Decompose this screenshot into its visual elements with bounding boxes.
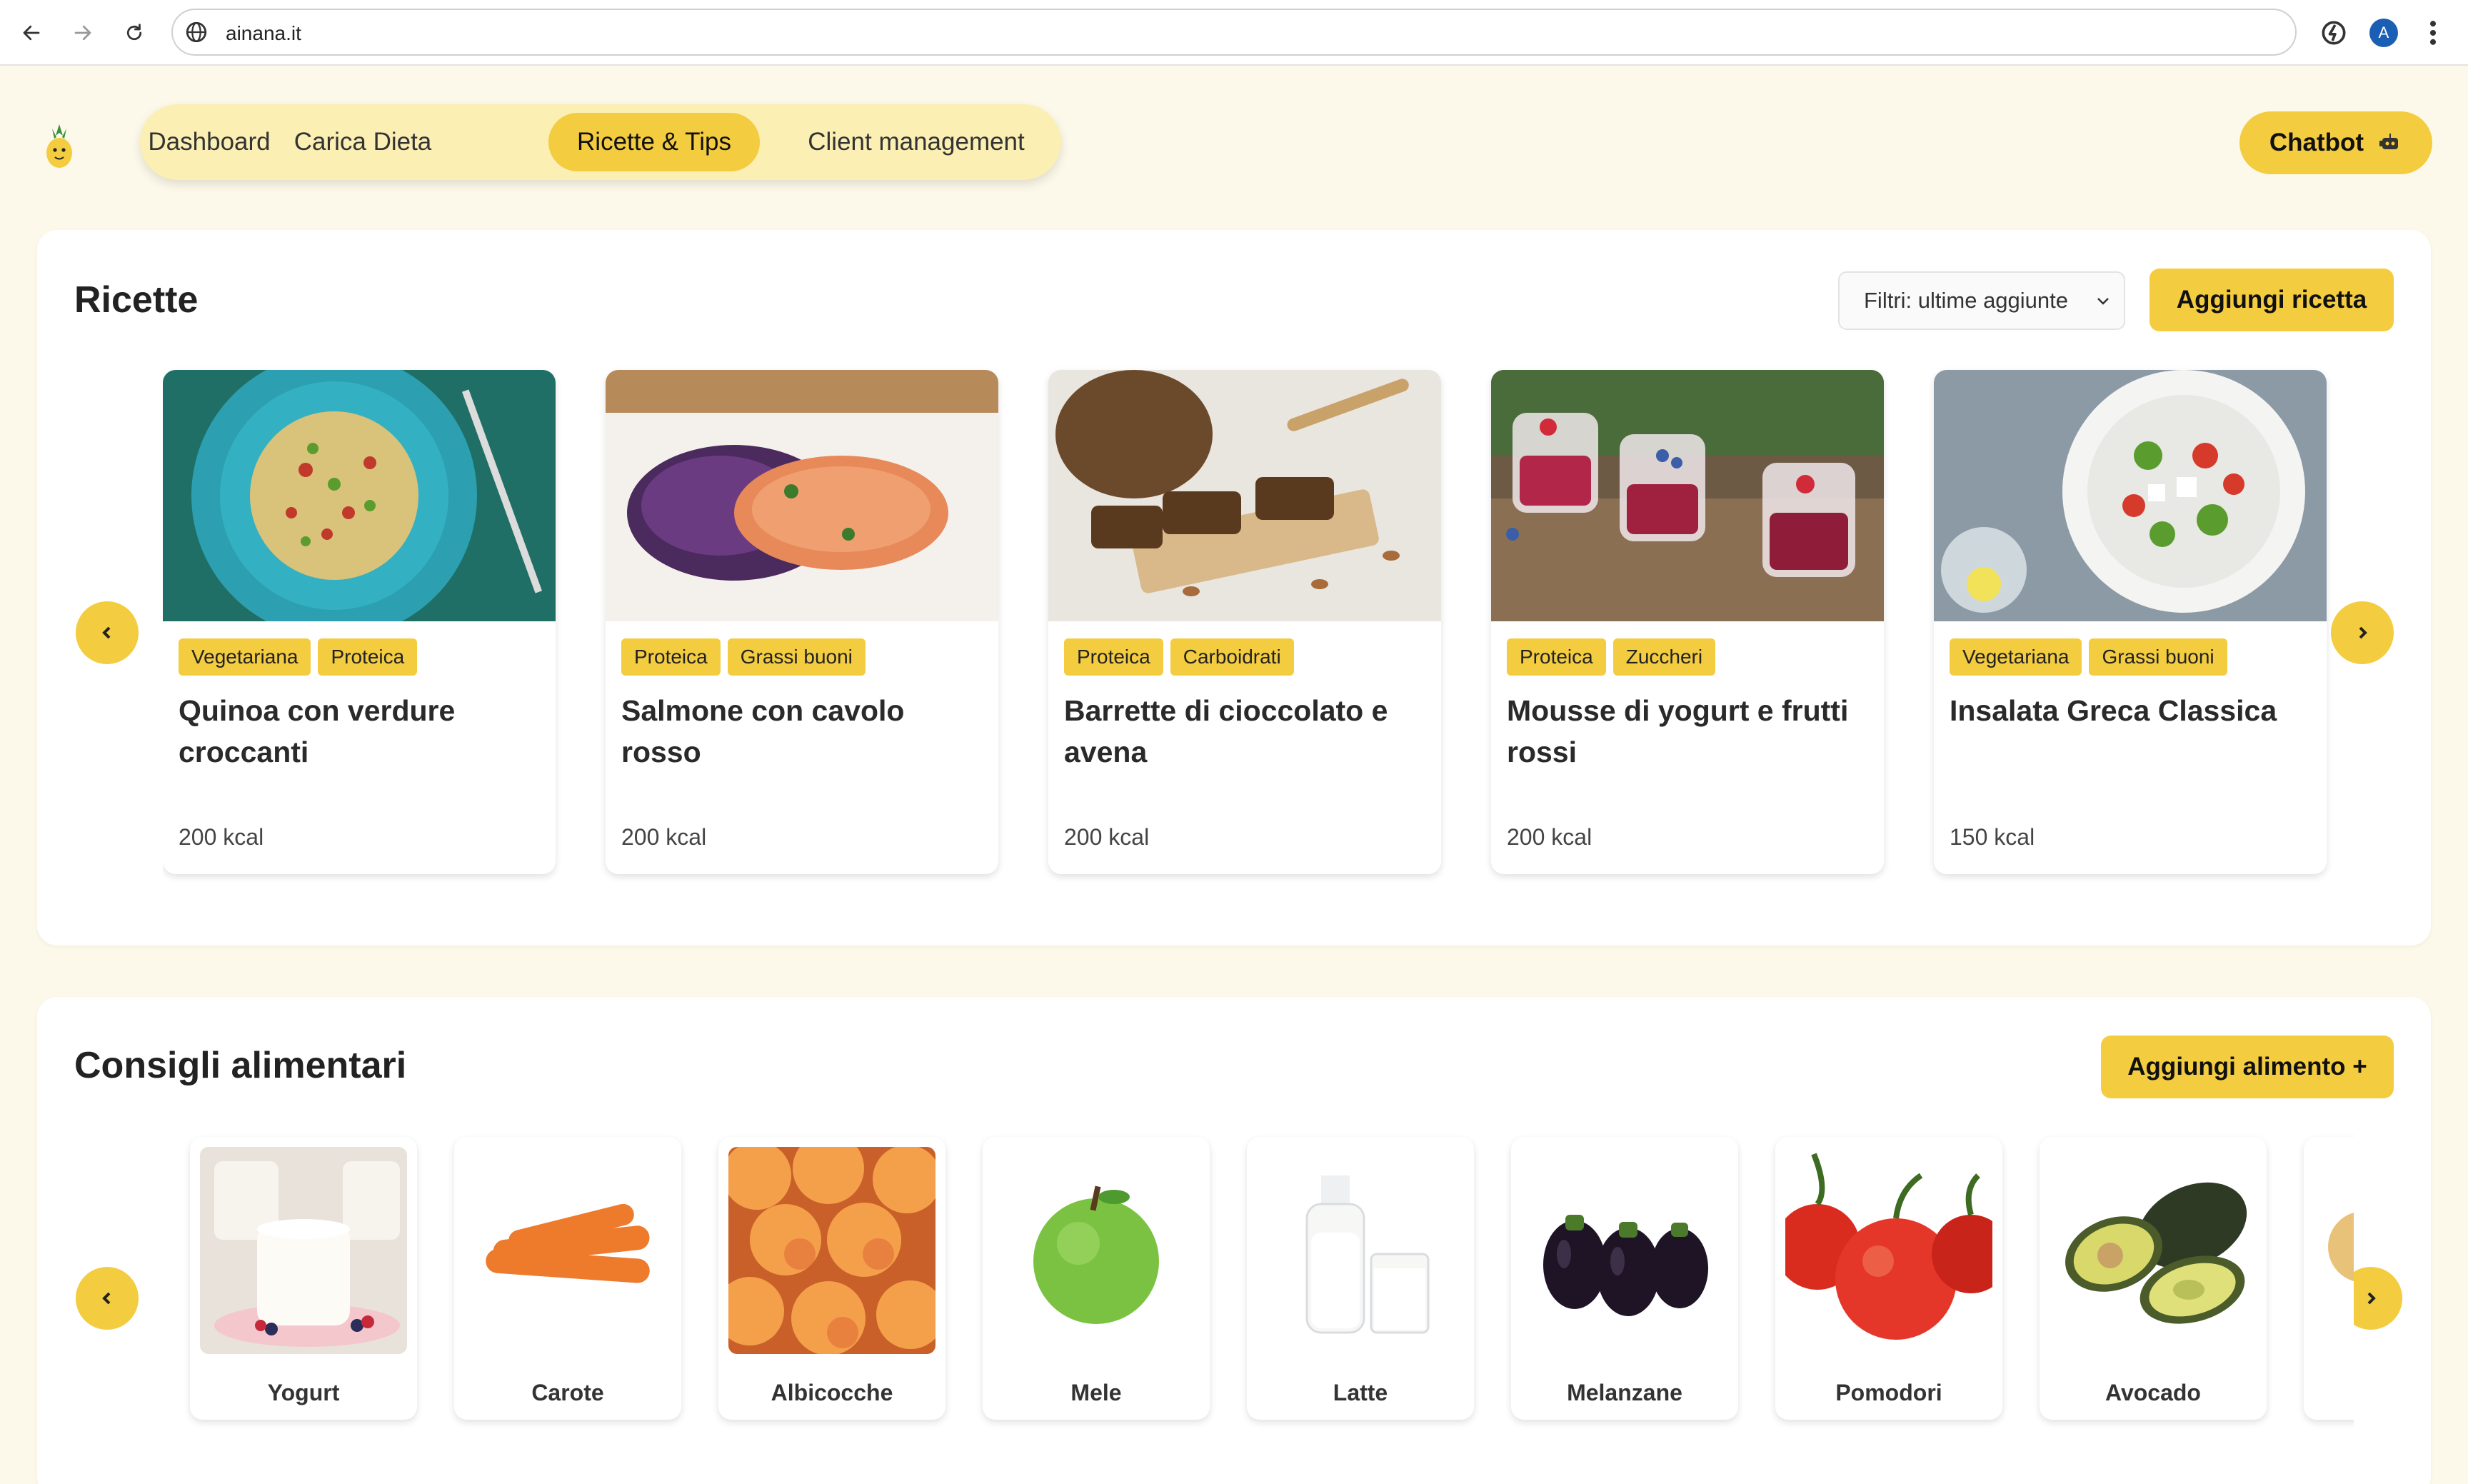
recipe-tags: Vegetariana Proteica bbox=[179, 638, 418, 676]
recipe-tag: Vegetariana bbox=[1950, 638, 2082, 676]
recipe-image-salmon bbox=[606, 370, 998, 621]
recipe-title: Barrette di cioccolato e avena bbox=[1064, 694, 1388, 768]
recipe-kcal: 200 kcal bbox=[179, 824, 264, 850]
filter-value: Filtri: ultime aggiunte bbox=[1864, 288, 2069, 313]
forward-icon[interactable] bbox=[66, 16, 100, 50]
recipe-title: Mousse di yogurt e frutti rossi bbox=[1507, 694, 1849, 768]
food-image-tomatoes bbox=[1785, 1147, 1992, 1354]
recipe-tag: Vegetariana bbox=[179, 638, 311, 676]
food-card[interactable]: Melanzane bbox=[1511, 1137, 1738, 1420]
food-image-partial bbox=[2314, 1147, 2354, 1354]
chatbot-robot-icon bbox=[2379, 134, 2399, 149]
reload-icon[interactable] bbox=[117, 16, 151, 50]
food-tips-title: Consigli alimentari bbox=[74, 1045, 407, 1086]
recipes-title: Ricette bbox=[74, 279, 199, 321]
recipe-tag: Proteica bbox=[1064, 638, 1163, 676]
browser-toolbar: ainana.it A bbox=[0, 0, 2468, 66]
recipe-title: Salmone con cavolo rosso bbox=[621, 694, 905, 768]
recipe-tag: Proteica bbox=[1507, 638, 1606, 676]
food-card[interactable]: Albicocche bbox=[718, 1137, 945, 1420]
main-navigation: Dashboard Carica Dieta Ricette & Tips Cl… bbox=[140, 104, 1061, 180]
recipe-tag: Carboidrati bbox=[1170, 638, 1294, 676]
recipe-kcal: 200 kcal bbox=[1507, 824, 1592, 850]
food-name: Mele bbox=[1070, 1380, 1122, 1405]
recipe-tag: Proteica bbox=[621, 638, 721, 676]
food-card[interactable]: Pomodori bbox=[1775, 1137, 2002, 1420]
browser-menu-icon[interactable] bbox=[2422, 17, 2444, 49]
food-tips-section: Consigli alimentari Aggiungi alimento + … bbox=[37, 997, 2431, 1484]
chevron-right-icon bbox=[2359, 626, 2367, 639]
foods-carousel[interactable]: Yogurt Carote Albicocche Mele Latte Mela… bbox=[151, 1130, 2354, 1484]
recipe-tags: Proteica Carboidrati bbox=[1064, 638, 1294, 676]
food-name: Pomodori bbox=[1835, 1380, 1942, 1405]
food-image-avocado bbox=[2050, 1147, 2257, 1354]
recipe-tags: Vegetariana Grassi buoni bbox=[1950, 638, 2227, 676]
tab-client-management[interactable]: Client management bbox=[787, 113, 1045, 171]
chatbot-label: Chatbot bbox=[2269, 129, 2364, 156]
food-image-yogurt bbox=[200, 1147, 407, 1354]
extension-icon[interactable] bbox=[2318, 17, 2349, 49]
food-image-apricots bbox=[728, 1147, 935, 1354]
chatbot-button[interactable]: Chatbot bbox=[2239, 111, 2432, 174]
recipe-tag: Grassi buoni bbox=[2089, 638, 2227, 676]
recipe-kcal: 150 kcal bbox=[1950, 824, 2035, 850]
recipe-card[interactable]: Proteica Zuccheri Mousse di yogurt e fru… bbox=[1491, 370, 1884, 874]
site-info-icon[interactable] bbox=[184, 20, 209, 44]
chevron-right-icon bbox=[2367, 1292, 2376, 1305]
add-recipe-button[interactable]: Aggiungi ricetta bbox=[2150, 269, 2394, 331]
food-image-apple bbox=[993, 1147, 1200, 1354]
food-card[interactable]: Latte bbox=[1247, 1137, 1474, 1420]
food-name: Carote bbox=[531, 1380, 604, 1405]
recipe-card[interactable]: Vegetariana Proteica Quinoa con verdure … bbox=[163, 370, 556, 874]
recipe-card[interactable]: Proteica Grassi buoni Salmone con cavolo… bbox=[606, 370, 998, 874]
food-card[interactable]: Avocado bbox=[2040, 1137, 2267, 1420]
food-image-carrots bbox=[464, 1147, 671, 1354]
food-image-milk bbox=[1257, 1147, 1464, 1354]
chevron-left-icon bbox=[102, 626, 111, 639]
address-bar[interactable]: ainana.it bbox=[171, 9, 2297, 56]
food-name: Melanzane bbox=[1567, 1380, 1682, 1405]
recipe-tag: Proteica bbox=[318, 638, 418, 676]
recipe-card[interactable]: Proteica Carboidrati Barrette di cioccol… bbox=[1048, 370, 1441, 874]
food-card[interactable]: Mele bbox=[983, 1137, 1210, 1420]
food-name: Avocado bbox=[2105, 1380, 2201, 1405]
recipes-carousel[interactable]: Vegetariana Proteica Quinoa con verdure … bbox=[163, 363, 2342, 934]
url-text[interactable]: ainana.it bbox=[226, 22, 301, 45]
tab-dashboard[interactable]: Dashboard bbox=[148, 113, 270, 171]
add-food-button[interactable]: Aggiungi alimento + bbox=[2101, 1036, 2394, 1098]
recipe-title: Insalata Greca Classica bbox=[1950, 694, 2277, 727]
food-card[interactable]: Yogurt bbox=[190, 1137, 417, 1420]
food-name: Latte bbox=[1333, 1380, 1388, 1405]
tab-ricette-tips[interactable]: Ricette & Tips bbox=[548, 113, 760, 171]
chevron-left-icon bbox=[102, 1292, 111, 1305]
food-card[interactable] bbox=[2304, 1137, 2354, 1420]
recipe-tag: Grassi buoni bbox=[727, 638, 866, 676]
recipe-image-quinoa bbox=[163, 370, 556, 621]
recipes-filter-select[interactable]: Filtri: ultime aggiunte bbox=[1838, 271, 2125, 330]
recipe-kcal: 200 kcal bbox=[1064, 824, 1150, 850]
food-image-eggplants bbox=[1521, 1147, 1728, 1354]
recipe-tag: Zuccheri bbox=[1612, 638, 1716, 676]
food-card[interactable]: Carote bbox=[454, 1137, 681, 1420]
back-icon[interactable] bbox=[14, 16, 49, 50]
pineapple-logo-icon[interactable] bbox=[40, 121, 79, 170]
food-name: Yogurt bbox=[267, 1380, 340, 1405]
recipes-prev-button[interactable] bbox=[76, 601, 139, 664]
recipe-image-greek-salad bbox=[1934, 370, 2327, 621]
recipes-section: Ricette Filtri: ultime aggiunte Aggiungi… bbox=[37, 230, 2431, 946]
recipe-card[interactable]: Vegetariana Grassi buoni Insalata Greca … bbox=[1934, 370, 2327, 874]
tab-carica-dieta[interactable]: Carica Dieta bbox=[293, 113, 433, 171]
foods-prev-button[interactable] bbox=[76, 1267, 139, 1330]
chevron-down-icon bbox=[2097, 298, 2109, 305]
recipe-tags: Proteica Zuccheri bbox=[1507, 638, 1716, 676]
recipe-kcal: 200 kcal bbox=[621, 824, 707, 850]
recipe-image-granola bbox=[1048, 370, 1441, 621]
recipe-title: Quinoa con verdure croccanti bbox=[179, 694, 456, 768]
food-name: Albicocche bbox=[771, 1380, 893, 1405]
recipe-tags: Proteica Grassi buoni bbox=[621, 638, 866, 676]
recipe-image-berry-mousse bbox=[1491, 370, 1884, 621]
profile-avatar[interactable]: A bbox=[2369, 19, 2398, 47]
